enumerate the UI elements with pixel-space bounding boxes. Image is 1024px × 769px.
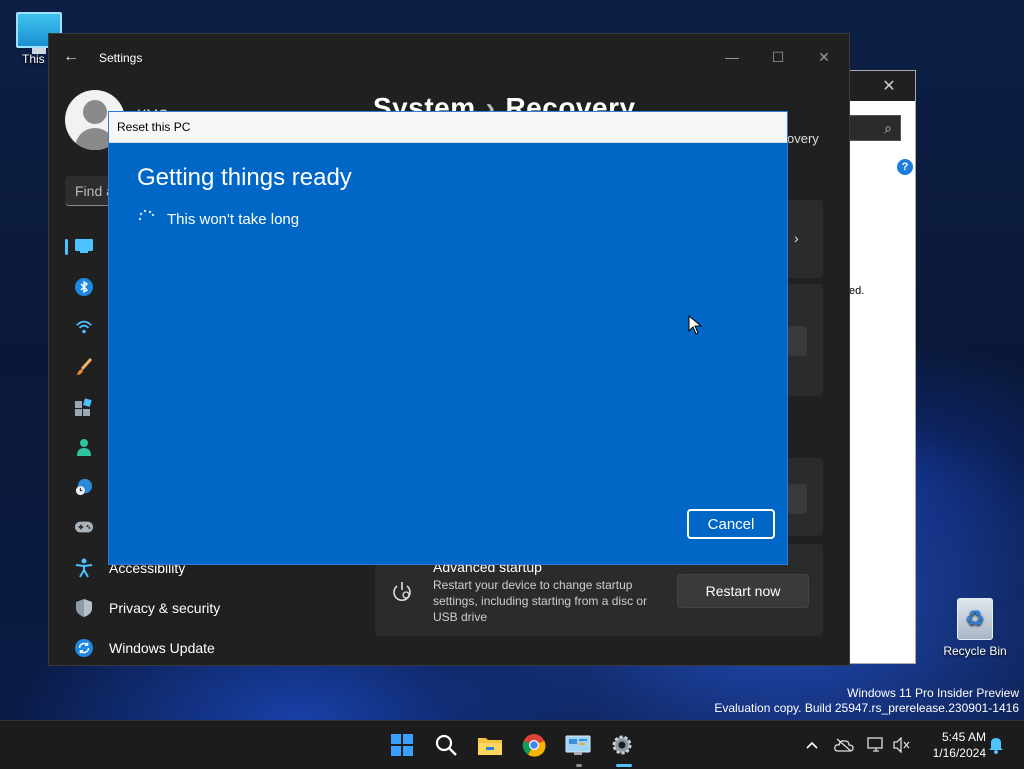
clock-time: 5:45 AM xyxy=(941,730,986,744)
close-icon[interactable]: ✕ xyxy=(879,76,899,96)
accessibility-icon xyxy=(75,558,93,578)
advanced-startup-icon xyxy=(391,580,413,602)
nav-selection-indicator xyxy=(65,239,68,255)
settings-gear-icon[interactable] xyxy=(606,729,638,761)
advanced-startup-description: Restart your device to change startup se… xyxy=(433,578,648,624)
nav-item-label: Windows Update xyxy=(109,640,215,656)
windows-update-icon xyxy=(75,639,93,657)
running-indicator xyxy=(576,764,582,767)
time-language-icon[interactable] xyxy=(75,478,93,496)
system-icon[interactable] xyxy=(75,237,93,255)
chrome-browser-icon[interactable] xyxy=(518,729,550,761)
recovery-text-fragment: ed. xyxy=(849,285,865,297)
back-arrow-icon[interactable]: ← xyxy=(63,48,79,66)
taskbar: 5:45 AM 1/16/2024 xyxy=(0,720,1024,769)
file-explorer-folder-icon[interactable] xyxy=(474,729,506,761)
mouse-cursor-icon xyxy=(688,314,703,335)
watermark-line2: Evaluation copy. Build 25947.rs_prerelea… xyxy=(714,701,1019,715)
taskbar-clock[interactable]: 5:45 AM 1/16/2024 xyxy=(916,729,986,761)
settings-titlebar: ← Settings — ☐ ✕ xyxy=(49,34,849,82)
personalization-brush-icon[interactable] xyxy=(75,358,93,376)
nav-item-label: Privacy & security xyxy=(109,600,221,616)
reset-dialog-title: Reset this PC xyxy=(109,112,787,143)
gaming-icon[interactable] xyxy=(75,518,93,536)
clock-date: 1/16/2024 xyxy=(932,746,986,760)
restart-now-button[interactable]: Restart now xyxy=(677,574,809,608)
search-icon: ⌕ xyxy=(884,119,892,136)
recycle-bin-icon: ♻ xyxy=(957,598,993,640)
maximize-icon[interactable]: ☐ xyxy=(755,42,801,72)
reset-pc-button-fragment[interactable] xyxy=(787,326,807,356)
close-icon[interactable]: ✕ xyxy=(801,42,847,72)
accounts-icon[interactable] xyxy=(75,438,93,456)
reset-dialog-heading: Getting things ready xyxy=(137,164,352,191)
watermark-line1: Windows 11 Pro Insider Preview xyxy=(847,686,1019,700)
help-icon[interactable]: ? xyxy=(897,159,913,175)
reset-dialog-subtext: This won't take long xyxy=(167,211,300,228)
minimize-icon[interactable]: — xyxy=(709,42,755,72)
network-icon[interactable] xyxy=(866,735,886,755)
cancel-button[interactable]: Cancel xyxy=(687,509,775,539)
control-panel-icon[interactable] xyxy=(562,729,594,761)
nav-item-windows-update[interactable]: Windows Update xyxy=(69,633,359,663)
bluetooth-icon[interactable] xyxy=(75,278,93,296)
recovery-label-fragment: overy xyxy=(787,131,819,146)
recycle-bin-label: Recycle Bin xyxy=(943,644,1007,658)
shield-icon xyxy=(75,599,93,617)
volume-muted-icon[interactable] xyxy=(892,735,912,755)
onedrive-cloud-offline-icon[interactable] xyxy=(834,735,854,755)
show-hidden-icons-chevron-up-icon[interactable] xyxy=(802,735,822,755)
settings-title: Settings xyxy=(99,51,143,65)
notification-bell-icon[interactable] xyxy=(986,735,1006,755)
wifi-icon[interactable] xyxy=(75,318,93,336)
loading-spinner-icon xyxy=(137,208,155,226)
recycle-bin-desktop-icon[interactable]: ♻ Recycle Bin xyxy=(940,598,1010,658)
nav-item-privacy-security[interactable]: Privacy & security xyxy=(69,593,359,623)
recovery-search-box[interactable]: ⌕ xyxy=(849,115,901,141)
go-back-button-fragment[interactable] xyxy=(787,484,807,514)
apps-icon[interactable] xyxy=(75,398,93,416)
reset-this-pc-dialog: Reset this PC Getting things ready This … xyxy=(108,111,788,565)
chevron-right-icon: › xyxy=(794,230,799,246)
search-icon[interactable] xyxy=(430,729,462,761)
active-app-indicator xyxy=(616,764,632,767)
start-button-windows-icon[interactable] xyxy=(386,729,418,761)
